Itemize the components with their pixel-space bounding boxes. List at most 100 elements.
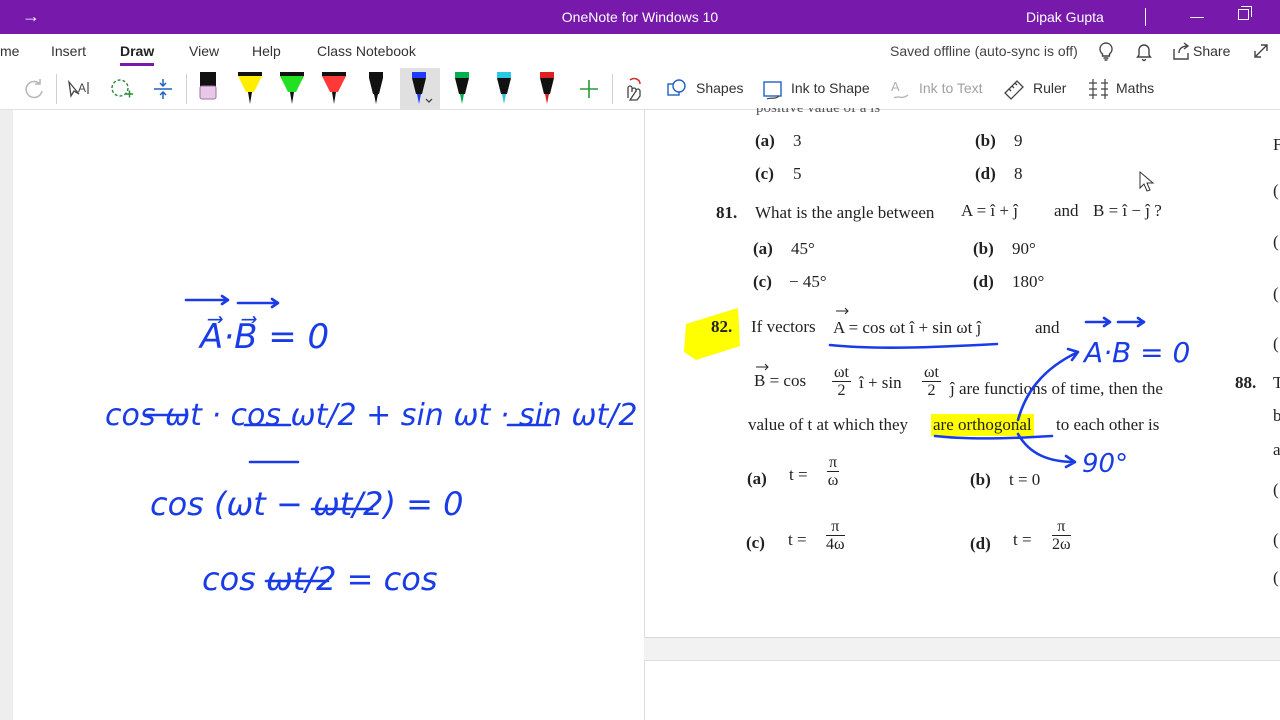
fraction-denominator: 2 bbox=[837, 382, 846, 399]
ink-to-text-button[interactable]: Ink to Text bbox=[919, 80, 983, 96]
maths-button[interactable]: Maths bbox=[1116, 80, 1154, 96]
right-edge-text: ( bbox=[1273, 480, 1279, 499]
q82-vector-b-pre: B = cos bbox=[754, 371, 807, 390]
tab-home[interactable]: me bbox=[0, 43, 19, 59]
pen-black-icon[interactable] bbox=[194, 69, 222, 107]
fraction-numerator: π bbox=[826, 518, 845, 536]
option-label: (c) bbox=[746, 533, 765, 552]
right-edge-text: ( bbox=[1273, 284, 1279, 303]
right-edge-text: b bbox=[1273, 406, 1280, 425]
ink-to-text-icon[interactable]: A bbox=[886, 74, 916, 104]
q82-opt-d-pre: t = bbox=[1013, 530, 1032, 549]
fraction-numerator: ωt bbox=[922, 364, 941, 382]
q82-number: 82. bbox=[711, 317, 733, 336]
q80-option-d: 8 bbox=[1014, 164, 1023, 183]
toolbar-divider bbox=[186, 74, 187, 104]
q82-line3-post: to each other is bbox=[1056, 415, 1160, 434]
sync-status: Saved offline (auto-sync is off) bbox=[890, 43, 1078, 59]
fraction-denominator: ω bbox=[827, 472, 839, 489]
shapes-button[interactable]: Shapes bbox=[696, 80, 743, 96]
pen-cyan-icon[interactable] bbox=[490, 69, 518, 107]
add-pen-icon[interactable] bbox=[574, 74, 604, 104]
q82-fraction: ωt 2 bbox=[832, 364, 851, 399]
share-button[interactable]: Share bbox=[1193, 43, 1230, 59]
bell-icon[interactable] bbox=[1133, 40, 1155, 62]
pen-black-2-icon[interactable] bbox=[362, 69, 390, 107]
type-select-icon[interactable]: A bbox=[64, 74, 94, 104]
fraction-numerator: π bbox=[1052, 518, 1071, 536]
q82-fraction-2: ωt 2 bbox=[922, 364, 941, 399]
titlebar-divider bbox=[1145, 8, 1146, 26]
ink-to-shape-icon[interactable] bbox=[758, 74, 788, 104]
lightbulb-icon[interactable] bbox=[1095, 40, 1117, 62]
q82-vector-a: A = cos ωt î + sin ωt ĵ bbox=[833, 318, 982, 337]
q82-and: and bbox=[1035, 318, 1060, 337]
page-gap bbox=[644, 638, 1280, 660]
q81-option-a: 45° bbox=[791, 239, 815, 258]
toolbar-divider bbox=[56, 74, 57, 104]
tab-insert[interactable]: Insert bbox=[51, 43, 86, 59]
q82-line3-pre: value of t at which they bbox=[748, 415, 909, 434]
q82-opt-c-fraction: π 4ω bbox=[826, 518, 845, 553]
ink-to-shape-button[interactable]: Ink to Shape bbox=[791, 80, 870, 96]
tab-help[interactable]: Help bbox=[252, 43, 281, 59]
ruler-icon[interactable] bbox=[1000, 74, 1030, 104]
handwriting-area[interactable] bbox=[13, 110, 644, 720]
q82-opt-a-fraction: πω bbox=[827, 454, 840, 489]
option-label: (b) bbox=[973, 239, 994, 258]
add-space-icon[interactable] bbox=[148, 74, 178, 104]
highlighter-green-icon[interactable] bbox=[278, 69, 306, 107]
pen-blue-selected-icon[interactable] bbox=[405, 69, 433, 107]
tab-draw[interactable]: Draw bbox=[120, 43, 154, 59]
q81-vector-a: A = î + ĵ bbox=[961, 201, 1018, 220]
pen-green-icon[interactable] bbox=[448, 69, 476, 107]
right-edge-text: ( bbox=[1273, 181, 1279, 200]
maths-icon[interactable] bbox=[1083, 74, 1113, 104]
option-label: (a) bbox=[747, 469, 767, 488]
mouse-cursor-icon bbox=[1139, 171, 1155, 192]
svg-text:A: A bbox=[78, 81, 86, 95]
right-edge-text: T bbox=[1273, 373, 1280, 392]
fraction-numerator: ωt bbox=[832, 364, 851, 382]
svg-text:A: A bbox=[891, 79, 900, 94]
option-label: (d) bbox=[975, 164, 996, 183]
share-icon[interactable] bbox=[1170, 40, 1192, 62]
highlighter-yellow-icon[interactable] bbox=[236, 69, 264, 107]
option-label: (c) bbox=[753, 272, 772, 291]
minimize-button[interactable]: — bbox=[1190, 8, 1204, 24]
q82-opt-c-pre: t = bbox=[788, 530, 807, 549]
q80-option-c: 5 bbox=[793, 164, 802, 183]
fraction-numerator: π bbox=[827, 454, 840, 472]
q81-option-b: 90° bbox=[1012, 239, 1036, 258]
q82-opt-a-pre: t = bbox=[789, 465, 808, 484]
fraction-denominator: 2ω bbox=[1052, 536, 1071, 553]
title-bar: → OneNote for Windows 10 Dipak Gupta — bbox=[0, 0, 1280, 34]
fraction-denominator: 4ω bbox=[826, 536, 845, 553]
ruler-button[interactable]: Ruler bbox=[1033, 80, 1066, 96]
pasted-question-page[interactable] bbox=[644, 110, 1280, 638]
right-edge-text: ( bbox=[1273, 568, 1279, 587]
restore-button[interactable] bbox=[1238, 6, 1252, 20]
user-name[interactable]: Dipak Gupta bbox=[1026, 9, 1104, 25]
shapes-icon[interactable] bbox=[662, 74, 692, 104]
draw-toolbar: A Shapes Ink to Shape A Ink to Text Rule… bbox=[0, 68, 1280, 110]
q82-opt-b: t = 0 bbox=[1009, 470, 1041, 489]
touch-draw-icon[interactable] bbox=[618, 74, 648, 104]
right-edge-text: ( bbox=[1273, 334, 1279, 353]
redo-icon[interactable] bbox=[20, 74, 50, 104]
pen-red-icon[interactable] bbox=[533, 69, 561, 107]
q82-tail: ĵ are functions of time, then the bbox=[950, 379, 1163, 398]
q81-text: What is the angle between bbox=[755, 203, 935, 222]
option-label: (c) bbox=[755, 164, 774, 183]
pasted-question-page-2[interactable] bbox=[644, 660, 1280, 720]
active-tab-indicator bbox=[120, 63, 154, 66]
lasso-select-icon[interactable] bbox=[106, 74, 136, 104]
highlighter-red-icon[interactable] bbox=[320, 69, 348, 107]
fraction-denominator: 2 bbox=[927, 382, 936, 399]
tab-view[interactable]: View bbox=[189, 43, 219, 59]
q81-option-c: − 45° bbox=[789, 272, 827, 291]
tab-class-notebook[interactable]: Class Notebook bbox=[317, 43, 416, 59]
q80-option-b: 9 bbox=[1014, 131, 1023, 150]
q82-mid: î + sin bbox=[859, 373, 902, 392]
expand-icon[interactable] bbox=[1250, 40, 1272, 62]
